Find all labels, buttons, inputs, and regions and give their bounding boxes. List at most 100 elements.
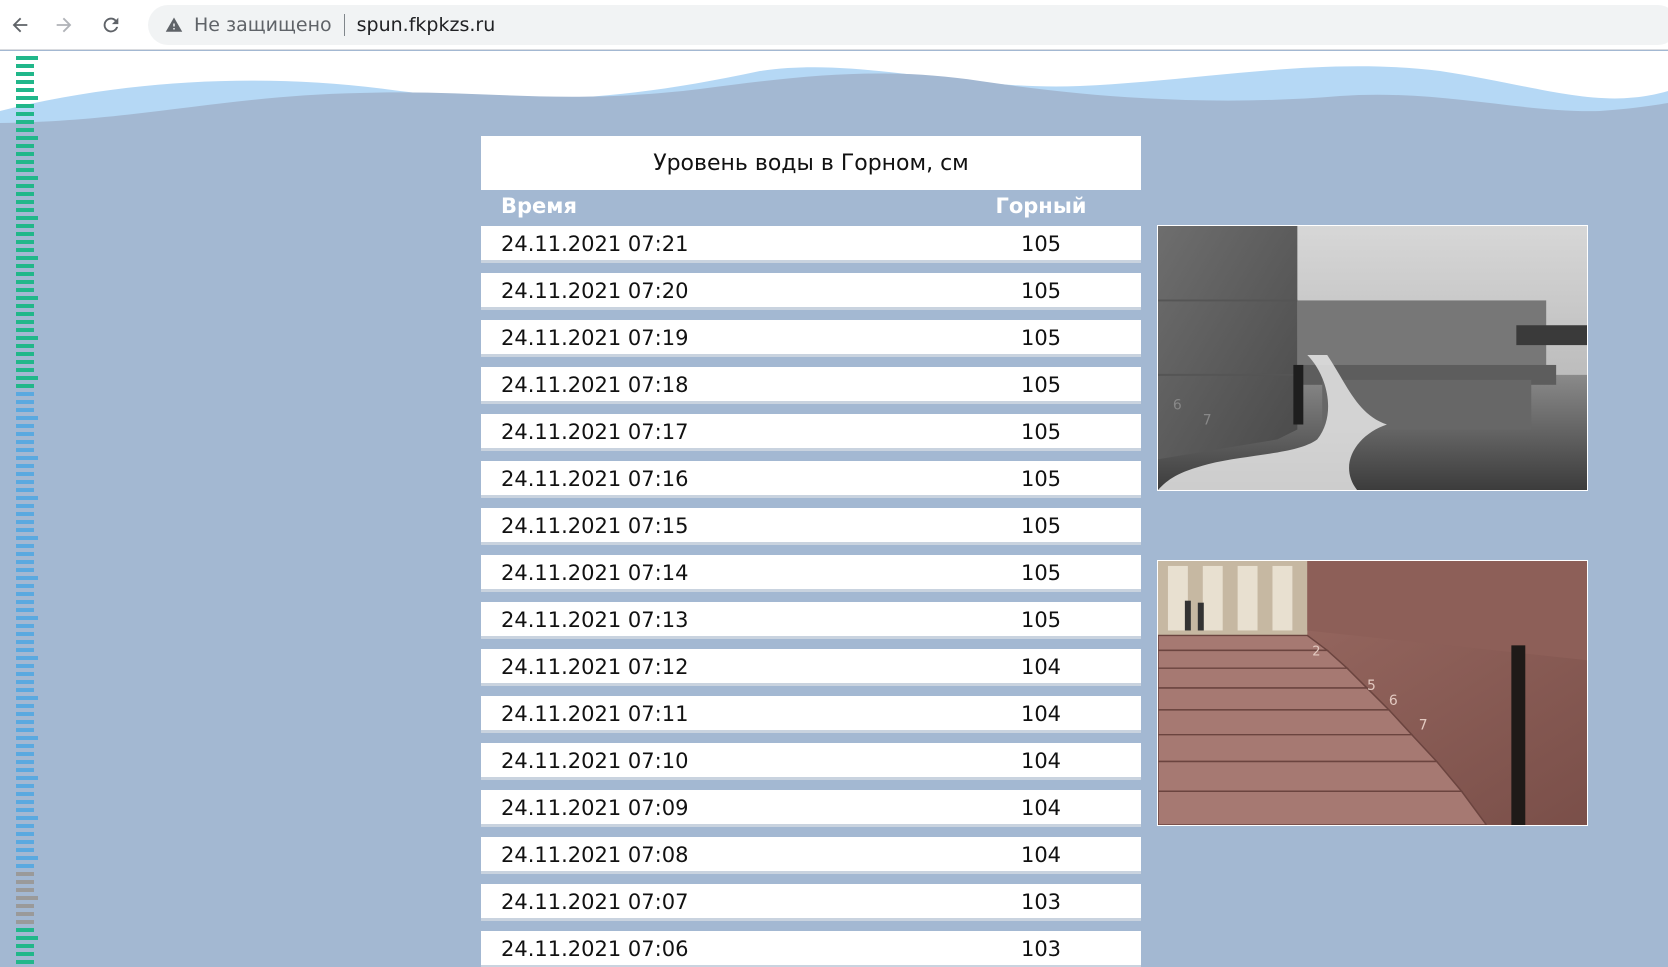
ruler-tick: [16, 488, 34, 492]
ruler-tick: [16, 712, 34, 716]
ruler-tick: [16, 704, 34, 708]
ruler-tick: [16, 72, 34, 76]
url-text[interactable]: spun.fkpkzs.ru: [357, 14, 496, 36]
cell-time: 24.11.2021 07:19: [501, 326, 689, 350]
wave-header: [0, 51, 1668, 141]
ruler-tick: [16, 56, 38, 60]
ruler-tick: [16, 696, 38, 700]
table-row: 24.11.2021 07:14 105: [481, 555, 1141, 592]
forward-button[interactable]: [46, 7, 82, 43]
ruler-tick: [16, 744, 34, 748]
table-row: 24.11.2021 07:10 104: [481, 743, 1141, 780]
ruler-tick: [16, 448, 34, 452]
ruler-tick: [16, 384, 34, 388]
ruler-tick: [16, 800, 34, 804]
ruler-tick: [16, 120, 34, 124]
ruler-tick: [16, 392, 34, 396]
svg-text:7: 7: [1203, 413, 1212, 429]
ruler-tick: [16, 328, 34, 332]
browser-toolbar: Не защищено spun.fkpkzs.ru: [0, 0, 1668, 50]
table-row: 24.11.2021 07:16 105: [481, 461, 1141, 498]
ruler-tick: [16, 584, 34, 588]
ruler-tick: [16, 840, 34, 844]
ruler-tick: [16, 280, 34, 284]
table-row: 24.11.2021 07:20 105: [481, 273, 1141, 310]
ruler-tick: [16, 600, 34, 604]
ruler-tick: [16, 920, 34, 924]
table-row: 24.11.2021 07:18 105: [481, 367, 1141, 404]
ruler-tick: [16, 176, 38, 180]
ruler-tick: [16, 640, 34, 644]
ruler-tick: [16, 512, 34, 516]
ruler-tick: [16, 864, 34, 868]
ruler-tick: [16, 824, 34, 828]
ruler-tick: [16, 128, 34, 132]
cell-time: 24.11.2021 07:17: [501, 420, 689, 444]
cell-level: 105: [1020, 608, 1062, 632]
ruler-tick: [16, 352, 34, 356]
ruler-tick: [16, 776, 38, 780]
ruler-tick: [16, 264, 34, 268]
cell-time: 24.11.2021 07:13: [501, 608, 689, 632]
ruler-tick: [16, 64, 34, 68]
ruler-tick: [16, 528, 34, 532]
ruler-tick: [16, 608, 34, 612]
ruler-tick: [16, 472, 34, 476]
ruler-tick: [16, 896, 38, 900]
svg-text:6: 6: [1389, 693, 1398, 709]
ruler-tick: [16, 808, 34, 812]
ruler-tick: [16, 552, 34, 556]
table-title: Уровень воды в Горном, см: [481, 136, 1141, 190]
table-row: 24.11.2021 07:15 105: [481, 508, 1141, 545]
table-row: 24.11.2021 07:07 103: [481, 884, 1141, 921]
ruler-tick: [16, 768, 34, 772]
cell-level: 104: [1020, 796, 1062, 820]
ruler-tick: [16, 496, 38, 500]
cell-time: 24.11.2021 07:09: [501, 796, 689, 820]
ruler-tick: [16, 456, 38, 460]
ruler-tick: [16, 960, 34, 964]
ruler-tick: [16, 464, 34, 468]
security-label[interactable]: Не защищено: [194, 14, 332, 36]
arrow-left-icon: [12, 17, 28, 33]
cell-level: 105: [1020, 561, 1062, 585]
table-header: Время Горный: [481, 190, 1141, 226]
ruler-tick: [16, 480, 34, 484]
cell-level: 105: [1020, 467, 1062, 491]
ruler-tick: [16, 104, 34, 108]
ruler-tick: [16, 96, 38, 100]
ruler-tick: [16, 784, 34, 788]
omnibox-divider: [343, 14, 345, 36]
ruler-tick: [16, 296, 38, 300]
ruler-tick: [16, 504, 34, 508]
cell-time: 24.11.2021 07:14: [501, 561, 689, 585]
ruler-tick: [16, 256, 38, 260]
ruler-tick: [16, 376, 38, 380]
ruler-tick: [16, 440, 34, 444]
table-row: 24.11.2021 07:11 104: [481, 696, 1141, 733]
warning-triangle-icon[interactable]: [164, 15, 184, 35]
cell-time: 24.11.2021 07:16: [501, 467, 689, 491]
ruler-tick: [16, 432, 34, 436]
cell-level: 104: [1020, 843, 1062, 867]
header-time: Время: [501, 194, 577, 218]
cell-level: 103: [1020, 890, 1062, 914]
ruler-tick: [16, 424, 34, 428]
ruler-tick: [16, 336, 38, 340]
ruler-tick: [16, 544, 34, 548]
ruler-tick: [16, 952, 34, 956]
cell-level: 105: [1020, 514, 1062, 538]
ruler-tick: [16, 304, 34, 308]
address-bar[interactable]: Не защищено spun.fkpkzs.ru: [148, 5, 1668, 45]
cell-level: 103: [1020, 937, 1062, 961]
reload-button[interactable]: [93, 7, 129, 43]
ruler-tick: [16, 648, 34, 652]
cell-level: 104: [1020, 655, 1062, 679]
table-row: 24.11.2021 07:21 105: [481, 226, 1141, 263]
cell-level: 105: [1020, 279, 1062, 303]
ruler-tick: [16, 872, 34, 876]
ruler-tick: [16, 192, 34, 196]
ruler-tick: [16, 88, 34, 92]
ruler-tick: [16, 944, 34, 948]
back-button[interactable]: [2, 7, 38, 43]
